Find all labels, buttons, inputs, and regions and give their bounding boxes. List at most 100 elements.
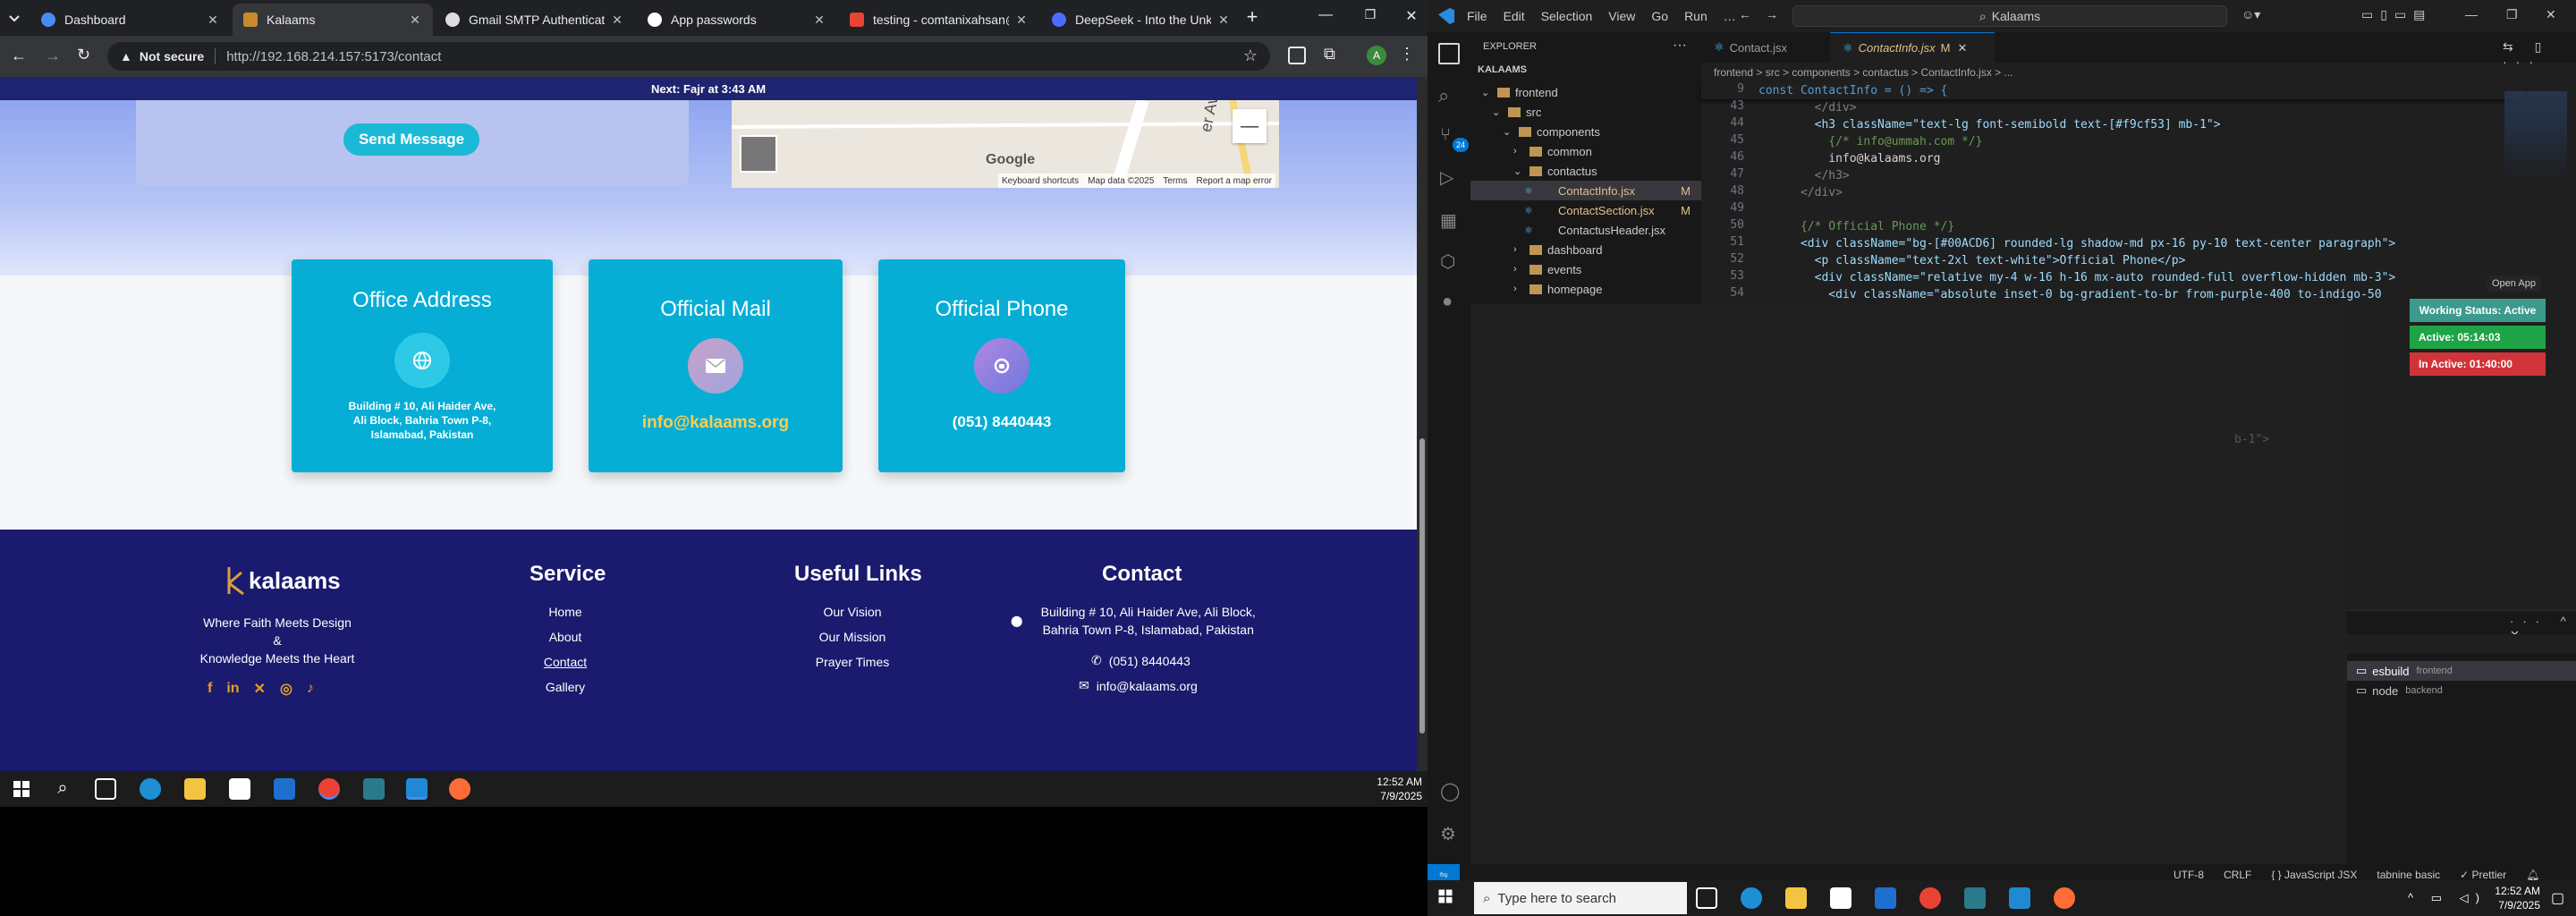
search-icon[interactable]: ⌕ bbox=[52, 778, 73, 800]
close-icon[interactable]: ✕ bbox=[1958, 41, 1968, 55]
clock[interactable]: 12:52 AM 7/9/2025 bbox=[1342, 775, 1422, 803]
app-icon[interactable] bbox=[363, 778, 385, 800]
map-zoom-out-button[interactable]: — bbox=[1233, 109, 1267, 143]
tree-item-events[interactable]: › events bbox=[1470, 259, 1701, 279]
tab-search-icon[interactable] bbox=[5, 9, 23, 27]
reload-icon[interactable]: ↻ bbox=[77, 46, 90, 64]
close-icon[interactable]: ✕ bbox=[812, 13, 826, 28]
tree-item-homepage[interactable]: › homepage bbox=[1470, 279, 1701, 299]
forward-icon[interactable]: → bbox=[45, 47, 61, 65]
report-map-error-link[interactable]: Report a map error bbox=[1197, 176, 1272, 186]
breadcrumb[interactable]: frontend > src > components > contactus … bbox=[1714, 66, 2013, 79]
notification-icon[interactable]: ▢ bbox=[2551, 889, 2564, 907]
minimize-button[interactable]: — bbox=[2465, 7, 2478, 21]
app-icon[interactable] bbox=[1964, 887, 1986, 909]
account-icon[interactable]: ◯ bbox=[1440, 780, 1460, 802]
tab-testing-gmail[interactable]: testing - comtanixahsan@gm ✕ bbox=[839, 4, 1039, 36]
code-row[interactable]: 50 {/* Official Phone */} bbox=[1701, 218, 2524, 235]
minimize-button[interactable]: — bbox=[1315, 7, 1336, 29]
url-text[interactable]: http://192.168.214.157:5173/contact bbox=[226, 49, 441, 64]
menu-edit[interactable]: Edit bbox=[1504, 9, 1525, 23]
footer-link-contact[interactable]: Contact bbox=[530, 655, 601, 669]
instagram-icon[interactable]: ◎ bbox=[280, 680, 292, 698]
restore-button[interactable]: ❐ bbox=[2506, 7, 2518, 22]
menu-icon[interactable]: ⋮ bbox=[1399, 45, 1415, 64]
status-language[interactable]: { } JavaScript JSX bbox=[2271, 869, 2357, 881]
footer-link-mission[interactable]: Our Mission bbox=[794, 630, 911, 644]
extensions-icon[interactable]: ▦ bbox=[1440, 209, 1457, 232]
code-row[interactable]: 53 <div className="relative my-4 w-16 h-… bbox=[1701, 269, 2524, 286]
open-app-button[interactable]: Open App bbox=[2487, 276, 2541, 292]
close-icon[interactable]: ✕ bbox=[206, 13, 220, 28]
close-icon[interactable]: ✕ bbox=[1014, 13, 1029, 28]
windows-start-icon[interactable] bbox=[1436, 887, 1458, 909]
code-row[interactable]: 43 </div> bbox=[1701, 99, 2524, 116]
footer-phone-text[interactable]: (051) 8440443 bbox=[1109, 654, 1191, 668]
menu-selection[interactable]: Selection bbox=[1541, 9, 1593, 23]
footer-logo[interactable]: kalaams bbox=[224, 565, 341, 596]
file-explorer-icon[interactable] bbox=[1785, 887, 1807, 909]
clock[interactable]: 12:52 AM 7/9/2025 bbox=[2469, 884, 2540, 912]
address-bar[interactable]: ▲ Not secure http://192.168.214.157:5173… bbox=[107, 42, 1270, 71]
editor-actions[interactable]: ⇆ ▯ ··· bbox=[2503, 39, 2576, 69]
editor-tab-contactinfo[interactable]: ⚛ ContactInfo.jsx M ✕ bbox=[1830, 32, 1995, 63]
terminal-node[interactable]: ▭ node backend bbox=[2347, 681, 2576, 700]
map-embed[interactable]: er Ave — Google Keyboard shortcuts Map d… bbox=[732, 100, 1279, 188]
tree-item-components[interactable]: ⌄ components bbox=[1470, 122, 1701, 141]
tiktok-icon[interactable]: ♪ bbox=[307, 681, 314, 697]
minimap[interactable] bbox=[2504, 91, 2567, 181]
avatar[interactable]: A bbox=[1367, 46, 1386, 65]
nav-back-icon[interactable]: ← bbox=[1739, 7, 1751, 21]
footer-link-vision[interactable]: Our Vision bbox=[794, 605, 911, 619]
store-icon[interactable] bbox=[229, 778, 250, 800]
sticky-scroll-line[interactable]: 9 const ContactInfo = () => { bbox=[1701, 82, 2524, 99]
code-row[interactable]: 52 <p className="text-2xl text-white">Of… bbox=[1701, 252, 2524, 269]
tree-item-frontend[interactable]: ⌄ frontend bbox=[1470, 82, 1701, 102]
menu-more[interactable]: … bbox=[1724, 9, 1736, 23]
footer-email-text[interactable]: info@kalaams.org bbox=[1097, 679, 1198, 693]
chrome-icon[interactable] bbox=[318, 778, 340, 800]
close-icon[interactable]: ✕ bbox=[1216, 13, 1231, 28]
tree-item-contactus[interactable]: ⌄ contactus bbox=[1470, 161, 1701, 181]
code-row[interactable]: 49 bbox=[1701, 201, 2524, 218]
code-row[interactable]: 54 <div className="absolute inset-0 bg-g… bbox=[1701, 286, 2524, 303]
nav-forward-icon[interactable]: → bbox=[1766, 7, 1778, 21]
status-tabnine[interactable]: tabnine basic bbox=[2377, 869, 2440, 881]
facebook-icon[interactable]: f bbox=[208, 681, 212, 697]
code-row[interactable]: 48 </div> bbox=[1701, 184, 2524, 201]
status-eol[interactable]: CRLF bbox=[2224, 869, 2251, 881]
tab-deepseek[interactable]: DeepSeek - Into the Unknow ✕ bbox=[1041, 4, 1241, 36]
source-control-icon[interactable]: ⑂ bbox=[1440, 125, 1451, 146]
mongodb-icon[interactable]: ● bbox=[1442, 292, 1453, 312]
restore-button[interactable]: ❐ bbox=[1360, 7, 1381, 29]
explorer-more-icon[interactable]: ··· bbox=[1673, 38, 1687, 54]
mail-icon[interactable] bbox=[274, 778, 295, 800]
menu-go[interactable]: Go bbox=[1651, 9, 1668, 23]
close-icon[interactable]: ✕ bbox=[610, 13, 624, 28]
mail-icon[interactable] bbox=[1875, 887, 1896, 909]
postman-icon[interactable] bbox=[2054, 887, 2075, 909]
tab-gmail-smtp[interactable]: Gmail SMTP Authentication I ✕ bbox=[435, 4, 635, 36]
run-debug-icon[interactable]: ▷ bbox=[1440, 166, 1453, 189]
tree-item-dashboard[interactable]: › dashboard bbox=[1470, 240, 1701, 259]
close-window-button[interactable]: ✕ bbox=[1401, 7, 1422, 29]
star-icon[interactable]: ☆ bbox=[1243, 47, 1258, 65]
workspace-title[interactable]: KALAAMS bbox=[1478, 64, 1527, 75]
menu-run[interactable]: Run bbox=[1684, 9, 1707, 23]
footer-link-gallery[interactable]: Gallery bbox=[530, 680, 601, 694]
tree-item-src[interactable]: ⌄ src bbox=[1470, 102, 1701, 122]
editor-tab-contact[interactable]: ⚛ Contact.jsx bbox=[1701, 32, 1830, 63]
windows-start-icon[interactable] bbox=[11, 778, 32, 800]
new-tab-button[interactable]: + bbox=[1241, 7, 1263, 29]
task-view-icon[interactable] bbox=[95, 778, 116, 800]
taskbar-search-box[interactable]: ⌕ Type here to search bbox=[1474, 882, 1687, 914]
code-row[interactable]: 51 <div className="bg-[#00ACD6] rounded-… bbox=[1701, 235, 2524, 252]
code-row[interactable]: 47 </h3> bbox=[1701, 167, 2524, 184]
extension-icon[interactable] bbox=[1288, 47, 1306, 64]
file-explorer-icon[interactable] bbox=[184, 778, 206, 800]
status-prettier[interactable]: ✓ Prettier bbox=[2460, 869, 2506, 881]
tree-item-contactusheader-jsx[interactable]: ⚛ ContactusHeader.jsx bbox=[1470, 220, 1701, 240]
bell-icon[interactable]: 🔔︎ bbox=[2526, 869, 2539, 881]
explorer-icon[interactable] bbox=[1438, 43, 1460, 64]
tab-kalaams[interactable]: Kalaams ✕ bbox=[233, 4, 433, 36]
